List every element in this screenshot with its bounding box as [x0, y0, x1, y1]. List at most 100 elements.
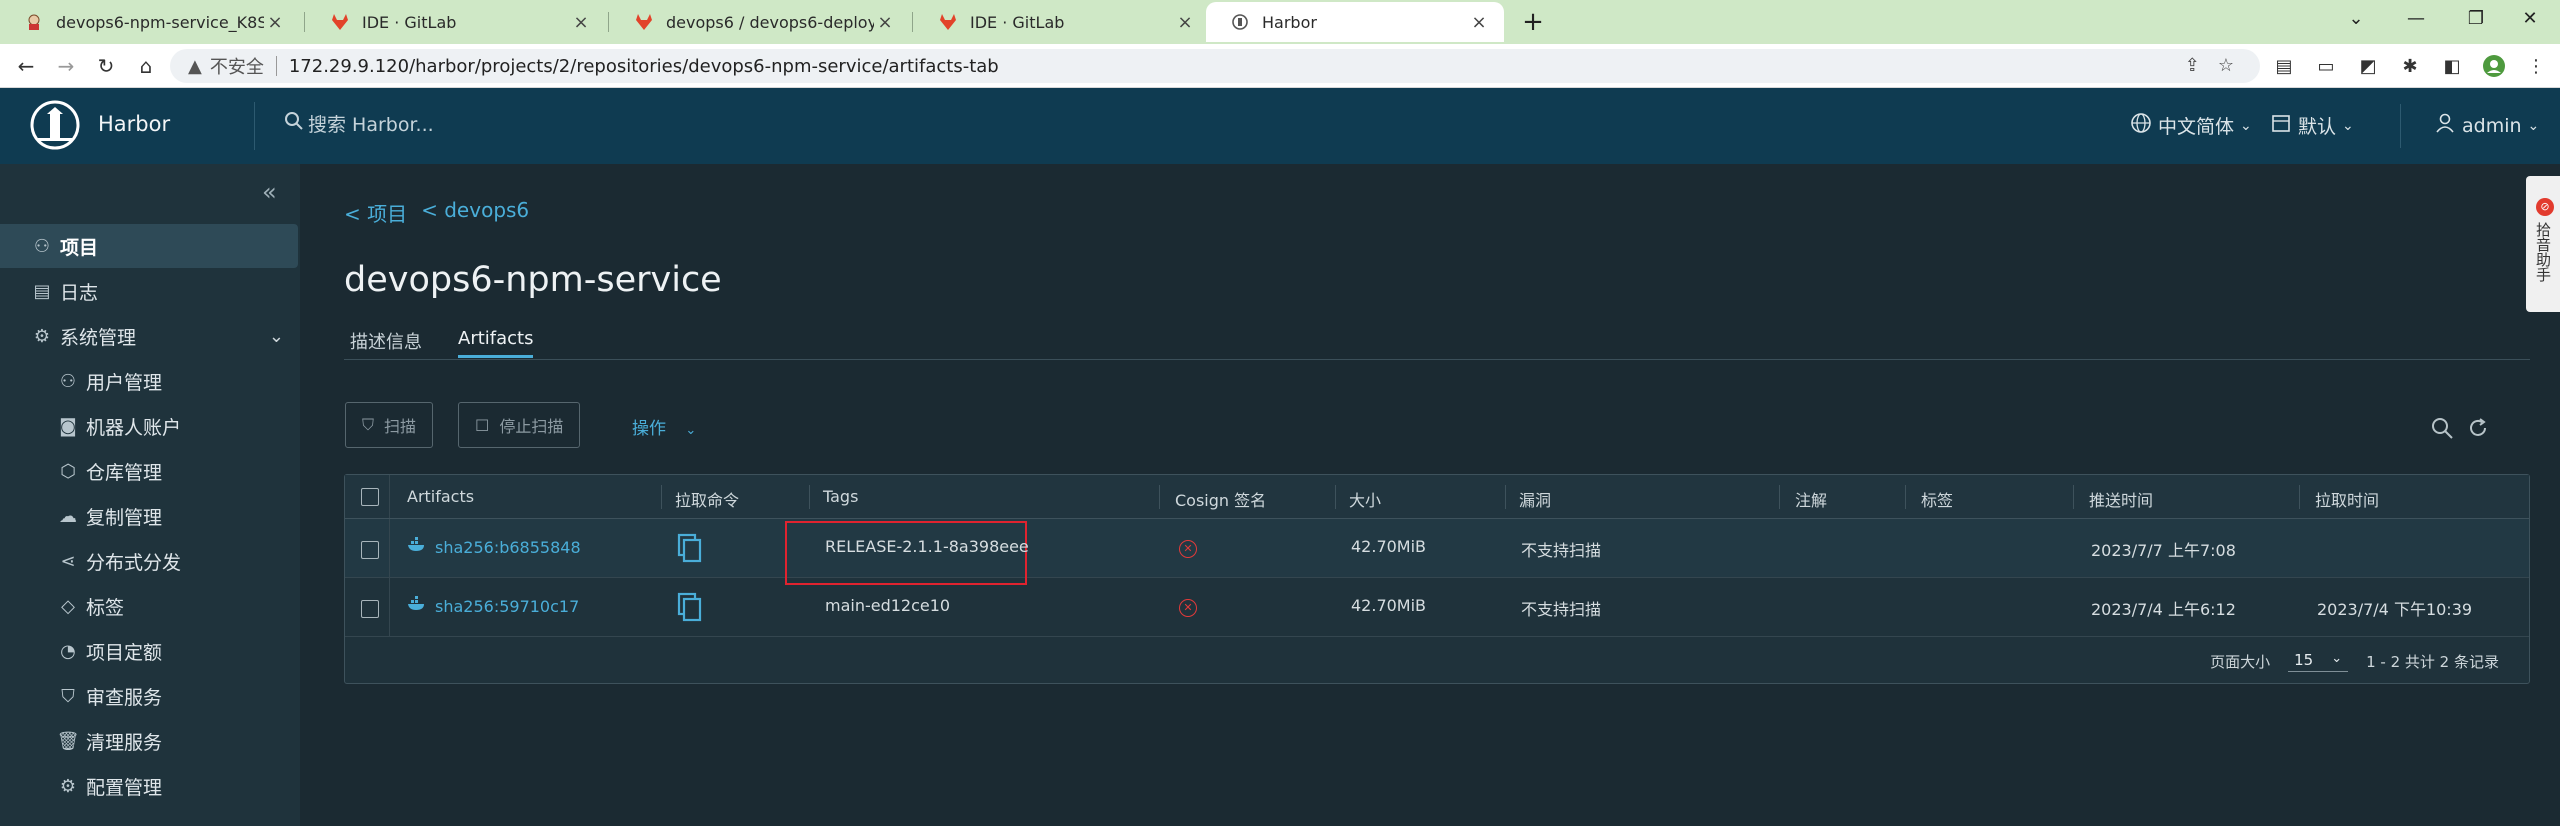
actions-dropdown[interactable]: 操作 ⌄	[632, 414, 696, 439]
page-size-select[interactable]: 15 ⌄	[2288, 651, 2349, 672]
search-icon	[284, 111, 304, 136]
registry-icon: ⬡	[60, 460, 76, 482]
theme-selector[interactable]: 默认 ⌄	[2270, 112, 2354, 139]
artifact-digest-link[interactable]: sha256:59710c17	[407, 596, 579, 616]
sidebar-item-quotas[interactable]: ◔ 项目定额	[0, 629, 300, 673]
back-button[interactable]: ←	[10, 50, 42, 82]
tab-info[interactable]: 描述信息	[350, 328, 422, 354]
tab-search-chevron-icon[interactable]: ⌄	[2326, 0, 2386, 40]
artifacts-table: Artifacts 拉取命令 Tags Cosign 签名 大小 漏洞 注解 标…	[344, 474, 2530, 684]
sidebar-icon[interactable]: ◧	[2438, 52, 2466, 80]
floating-side-panel[interactable]: ⊘ 拾音助手	[2526, 176, 2560, 312]
user-menu[interactable]: admin ⌄	[2434, 112, 2539, 139]
sidebar-item-configuration[interactable]: ⚙ 配置管理	[0, 764, 300, 808]
restore-button[interactable]: ❐	[2446, 0, 2506, 40]
extension-toolbar: ▤ ▭ ◩ ✱ ◧ ⋮	[2270, 52, 2550, 80]
forward-button[interactable]: →	[50, 50, 82, 82]
new-tab-button[interactable]: +	[1516, 4, 1550, 40]
reading-list-icon[interactable]: ▤	[2270, 52, 2298, 80]
breadcrumb-projects-link[interactable]: < 项目	[344, 198, 407, 227]
browser-tab-harbor[interactable]: Harbor ×	[1206, 2, 1504, 42]
chevron-down-icon: ⌄	[2240, 117, 2252, 134]
sidebar-item-logs[interactable]: ▤ 日志	[0, 269, 300, 313]
gitlab-icon	[330, 12, 350, 32]
chevron-down-icon: ⌄	[685, 423, 697, 438]
docker-icon	[407, 537, 427, 557]
refresh-icon[interactable]	[2466, 416, 2490, 446]
sidebar-item-administration[interactable]: ⚙ 系统管理 ⌄	[0, 314, 300, 358]
close-icon[interactable]: ×	[264, 12, 286, 33]
sidebar-item-distributions[interactable]: ⋖ 分布式分发	[0, 539, 300, 583]
sidebar-item-robot-accounts[interactable]: ◙ 机器人账户	[0, 404, 300, 448]
browser-tab-gitlab-ide[interactable]: IDE · GitLab ×	[306, 2, 606, 42]
sidebar-item-projects[interactable]: ⚇ 项目	[0, 224, 298, 268]
browser-tab-gitlab-deploy[interactable]: devops6 / devops6-deploy-repo · GitLab ×	[610, 2, 910, 42]
shield-icon: ⛉	[61, 685, 75, 707]
address-bar: ← → ↻ ⌂ ▲ 不安全 172.29.9.120/harbor/projec…	[0, 44, 2560, 88]
reader-icon[interactable]: ▭	[2312, 52, 2340, 80]
table-row[interactable]: sha256:59710c17 main-ed12ce10 ✕ 42.70MiB…	[345, 578, 2529, 637]
tag-label: main-ed12ce10	[825, 596, 951, 615]
row-checkbox[interactable]	[361, 600, 379, 618]
share-icon[interactable]: ⇪	[2185, 55, 2200, 76]
minimize-button[interactable]: —	[2386, 0, 2446, 40]
table-row[interactable]: sha256:b6855848 RELEASE-2.1.1-8a398eee ✕…	[345, 519, 2529, 585]
browser-tab-gitlab-ide-2[interactable]: IDE · GitLab ×	[914, 2, 1210, 42]
users-icon: ⚇	[59, 370, 77, 392]
tag-icon: ◇	[61, 595, 75, 617]
sidebar-item-replications[interactable]: ☁ 复制管理	[0, 494, 300, 538]
gitlab-icon	[634, 12, 654, 32]
search-input[interactable]: 搜索 Harbor...	[308, 110, 434, 137]
search-icon[interactable]	[2430, 416, 2454, 446]
user-icon	[2434, 112, 2456, 139]
profile-avatar-icon[interactable]	[2480, 52, 2508, 80]
main-content: < 项目 < devops6 devops6-npm-service 描述信息 …	[300, 164, 2530, 826]
sidebar-item-registries[interactable]: ⬡ 仓库管理	[0, 449, 300, 493]
harbor-header: Harbor 搜索 Harbor... 中文简体 ⌄ 默认 ⌄ admin ⌄	[0, 88, 2560, 164]
harbor-logo-icon[interactable]	[30, 100, 80, 150]
copy-icon[interactable]	[677, 533, 703, 567]
language-selector[interactable]: 中文简体 ⌄	[2130, 112, 2252, 139]
calendar-icon	[2270, 112, 2292, 139]
breadcrumb: < 项目 < devops6	[344, 198, 529, 227]
sidebar-item-users[interactable]: ⚇ 用户管理	[0, 359, 300, 403]
scan-button[interactable]: ⛉ 扫描	[345, 402, 434, 448]
log-icon: ▤	[33, 280, 51, 302]
copy-icon[interactable]	[677, 592, 703, 626]
chevron-down-icon: ⌄	[2527, 117, 2540, 134]
sidebar-item-clean-up[interactable]: 🗑 清理服务	[0, 719, 300, 763]
stop-scan-button[interactable]: ☐ 停止扫描	[458, 402, 581, 448]
close-icon[interactable]: ×	[874, 12, 896, 33]
gear-icon: ⚙	[59, 775, 77, 797]
sidebar-item-interrogation[interactable]: ⛉ 审查服务	[0, 674, 300, 718]
select-all-checkbox[interactable]	[361, 488, 379, 506]
close-icon[interactable]: ×	[570, 12, 592, 33]
sidebar-item-labels[interactable]: ◇ 标签	[0, 584, 300, 628]
close-window-button[interactable]: ✕	[2500, 0, 2560, 40]
docker-icon	[407, 596, 427, 616]
admin-icon: ⚙	[33, 325, 51, 347]
browser-tab-jenkins[interactable]: devops6-npm-service_K8SCI [Jenkins] ×	[0, 2, 300, 42]
reload-button[interactable]: ↻	[90, 50, 122, 82]
artifact-digest-link[interactable]: sha256:b6855848	[407, 537, 581, 557]
collapse-sidebar-icon[interactable]: «	[262, 178, 277, 206]
screenshot-extension-icon[interactable]: ◩	[2354, 52, 2382, 80]
unsigned-icon: ✕	[1179, 540, 1197, 558]
more-menu-icon[interactable]: ⋮	[2522, 52, 2550, 80]
tab-artifacts[interactable]: Artifacts	[458, 328, 534, 358]
gitlab-icon	[938, 12, 958, 32]
url-field[interactable]: ▲ 不安全 172.29.9.120/harbor/projects/2/rep…	[170, 49, 2260, 83]
robot-icon: ◙	[59, 415, 77, 437]
home-icon[interactable]: ⌂	[130, 50, 162, 82]
trash-icon: 🗑	[56, 730, 80, 752]
breadcrumb-project-link[interactable]: < devops6	[421, 198, 529, 227]
global-search[interactable]: 搜索 Harbor...	[284, 110, 434, 137]
row-checkbox[interactable]	[361, 541, 379, 559]
close-icon[interactable]: ×	[1174, 12, 1196, 33]
close-icon[interactable]: ×	[1468, 12, 1490, 33]
unsigned-icon: ✕	[1179, 599, 1197, 617]
bookmark-star-icon[interactable]: ☆	[2218, 55, 2234, 76]
puzzle-icon[interactable]: ✱	[2396, 52, 2424, 80]
assistant-icon: ⊘	[2536, 198, 2554, 216]
url-text: 172.29.9.120/harbor/projects/2/repositor…	[288, 55, 999, 77]
